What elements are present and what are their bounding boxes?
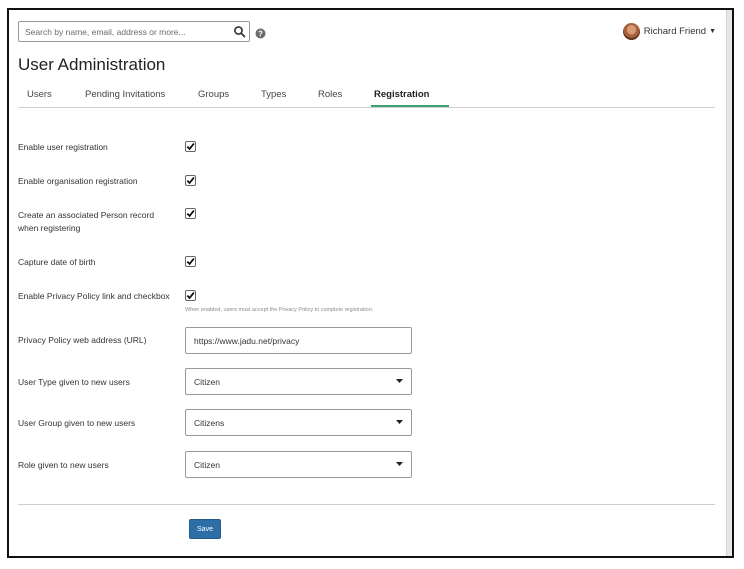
- checkmark-icon: [186, 292, 195, 300]
- enable-org-registration-checkbox[interactable]: [185, 175, 196, 186]
- app-window: ? Richard Friend ▼ User Administration U…: [7, 8, 734, 558]
- privacy-policy-checkbox[interactable]: [185, 290, 196, 301]
- enable-user-registration-label: Enable user registration: [18, 142, 108, 152]
- role-select[interactable]: Citizen: [185, 451, 412, 478]
- role-label: Role given to new users: [18, 460, 109, 470]
- privacy-url-input[interactable]: [185, 327, 412, 354]
- create-person-record-label-line1: Create an associated Person record: [18, 210, 155, 220]
- svg-text:?: ?: [258, 29, 263, 38]
- search-input[interactable]: [19, 22, 229, 41]
- capture-dob-label: Capture date of birth: [18, 257, 96, 267]
- create-person-record-label-line2: when registering: [18, 223, 81, 233]
- tab-bar: Users Pending Invitations Groups Types R…: [18, 84, 715, 108]
- tab-users[interactable]: Users: [27, 89, 52, 100]
- checkmark-icon: [186, 258, 195, 266]
- role-value: Citizen: [194, 460, 220, 470]
- search-box: [18, 21, 250, 42]
- privacy-policy-help-text: When enabled, users must accept the Priv…: [185, 307, 374, 313]
- user-type-select[interactable]: Citizen: [185, 368, 412, 395]
- tab-pending-invitations[interactable]: Pending Invitations: [85, 89, 165, 100]
- enable-user-registration-checkbox[interactable]: [185, 141, 196, 152]
- checkmark-icon: [186, 177, 195, 185]
- search-icon[interactable]: [233, 25, 246, 38]
- tab-groups[interactable]: Groups: [198, 89, 229, 100]
- user-menu[interactable]: Richard Friend ▼: [622, 21, 716, 41]
- enable-org-registration-label: Enable organisation registration: [18, 176, 138, 186]
- caret-down-icon: [396, 462, 403, 466]
- user-group-select[interactable]: Citizens: [185, 409, 412, 436]
- page-title: User Administration: [18, 55, 166, 74]
- capture-dob-checkbox[interactable]: [185, 256, 196, 267]
- checkmark-icon: [186, 210, 195, 218]
- user-name: Richard Friend: [643, 25, 707, 37]
- user-group-label: User Group given to new users: [18, 418, 136, 428]
- tab-roles[interactable]: Roles: [318, 89, 342, 100]
- caret-down-icon: ▼: [709, 27, 716, 35]
- form-divider: [18, 504, 715, 505]
- user-group-value: Citizens: [194, 418, 225, 428]
- avatar: [622, 22, 640, 40]
- user-type-value: Citizen: [194, 377, 220, 387]
- tab-registration[interactable]: Registration: [374, 89, 429, 100]
- create-person-record-checkbox[interactable]: [185, 208, 196, 219]
- scrollbar[interactable]: [726, 10, 732, 556]
- caret-down-icon: [396, 420, 403, 424]
- tab-types[interactable]: Types: [261, 89, 286, 100]
- privacy-url-label: Privacy Policy web address (URL): [18, 335, 147, 345]
- checkmark-icon: [186, 143, 195, 151]
- user-type-label: User Type given to new users: [18, 377, 130, 387]
- help-icon[interactable]: ?: [255, 26, 266, 39]
- caret-down-icon: [396, 379, 403, 383]
- active-tab-indicator: [371, 105, 449, 107]
- privacy-policy-checkbox-label: Enable Privacy Policy link and checkbox: [18, 291, 170, 301]
- save-button[interactable]: Save: [189, 519, 221, 539]
